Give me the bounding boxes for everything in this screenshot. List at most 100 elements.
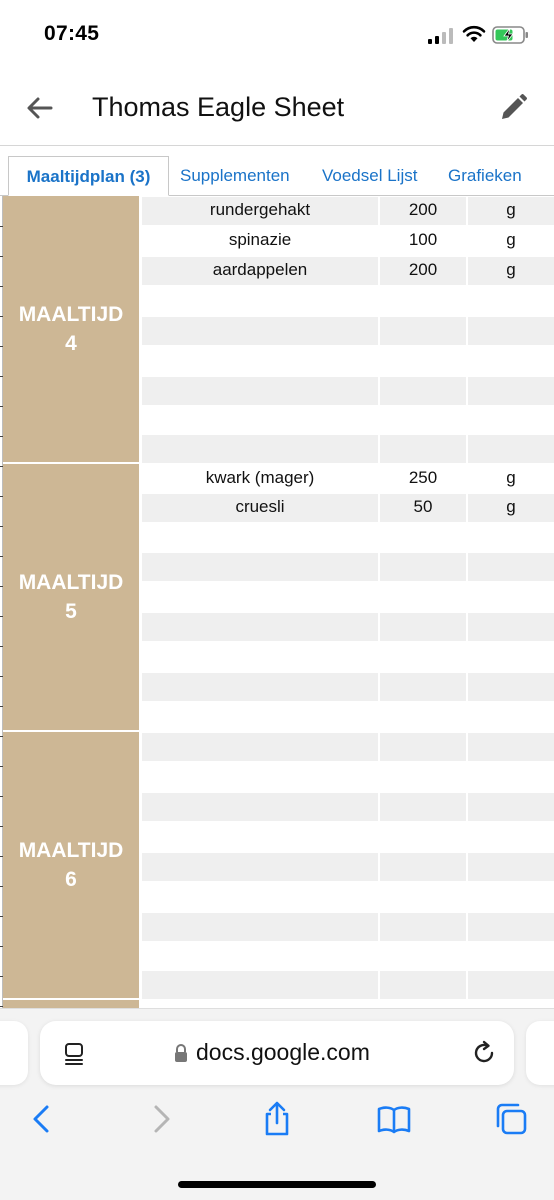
table-row-empty[interactable]: [142, 970, 554, 1000]
back-arrow-icon[interactable]: [24, 92, 56, 124]
empty-cell[interactable]: [380, 673, 466, 701]
table-row-empty[interactable]: [142, 316, 554, 346]
table-row-empty[interactable]: [142, 406, 554, 436]
empty-cell[interactable]: [380, 553, 466, 581]
empty-cell[interactable]: [142, 613, 378, 641]
next-tab-preview[interactable]: [526, 1021, 554, 1085]
empty-cell[interactable]: [142, 733, 378, 761]
empty-cell[interactable]: [468, 733, 554, 761]
address-bar[interactable]: docs.google.com: [40, 1021, 514, 1085]
browser-toolbar: docs.google.com: [0, 1008, 554, 1200]
table-row-empty[interactable]: [142, 792, 554, 822]
food-cell[interactable]: rundergehakt: [142, 197, 378, 225]
table-row-empty[interactable]: [142, 552, 554, 582]
tab-supplementen[interactable]: Supplementen: [180, 156, 290, 196]
empty-cell[interactable]: [380, 853, 466, 881]
table-row-empty[interactable]: [142, 434, 554, 464]
meal-word: MAALTIJD: [18, 303, 124, 326]
empty-cell[interactable]: [468, 435, 554, 463]
back-chevron-icon[interactable]: [24, 1101, 60, 1137]
unit-cell[interactable]: g: [468, 227, 554, 255]
empty-cell[interactable]: [380, 435, 466, 463]
reload-icon[interactable]: [470, 1039, 498, 1067]
empty-cell[interactable]: [142, 793, 378, 821]
meal-number: 5: [65, 600, 77, 623]
empty-cell[interactable]: [142, 435, 378, 463]
empty-cell[interactable]: [142, 673, 378, 701]
table-row-empty[interactable]: [142, 523, 554, 553]
tab-grafieken[interactable]: Grafieken: [448, 156, 522, 196]
table-row-empty[interactable]: [142, 642, 554, 672]
table-row-empty[interactable]: [142, 582, 554, 612]
unit-cell[interactable]: g: [468, 197, 554, 225]
empty-cell[interactable]: [468, 377, 554, 405]
empty-cell[interactable]: [380, 913, 466, 941]
table-row-empty[interactable]: [142, 732, 554, 762]
empty-cell[interactable]: [468, 673, 554, 701]
empty-cell[interactable]: [468, 793, 554, 821]
amount-cell[interactable]: 50: [380, 494, 466, 522]
amount-cell[interactable]: 100: [380, 227, 466, 255]
tab-maaltijdplan[interactable]: Maaltijdplan (3): [8, 156, 169, 196]
wifi-icon: [462, 25, 486, 42]
food-cell[interactable]: cruesli: [142, 494, 378, 522]
food-cell[interactable]: aardappelen: [142, 257, 378, 285]
document-title: Thomas Eagle Sheet: [92, 92, 345, 122]
spreadsheet-grid[interactable]: MAALTIJD 4 MAALTIJD 5 MAALTIJD 6 runderg…: [0, 196, 554, 1008]
unit-cell[interactable]: g: [468, 257, 554, 285]
url-text[interactable]: docs.google.com: [196, 1039, 370, 1066]
table-row[interactable]: cruesli 50 g: [142, 493, 554, 523]
amount-cell[interactable]: 200: [380, 197, 466, 225]
empty-cell[interactable]: [142, 317, 378, 345]
table-row-empty[interactable]: [142, 672, 554, 702]
empty-cell[interactable]: [380, 733, 466, 761]
table-row-empty[interactable]: [142, 822, 554, 852]
empty-cell[interactable]: [142, 377, 378, 405]
meal-label-6: MAALTIJD 6: [3, 732, 139, 998]
pencil-edit-icon[interactable]: [497, 92, 529, 124]
table-row-empty[interactable]: [142, 286, 554, 316]
empty-cell[interactable]: [380, 971, 466, 999]
empty-cell[interactable]: [380, 793, 466, 821]
page-menu-icon[interactable]: [62, 1041, 88, 1067]
empty-cell[interactable]: [142, 553, 378, 581]
meal-label-5: MAALTIJD 5: [3, 464, 139, 730]
table-row[interactable]: rundergehakt 200 g: [142, 196, 554, 226]
table-row-empty[interactable]: [142, 912, 554, 942]
empty-cell[interactable]: [468, 853, 554, 881]
tabs-icon[interactable]: [493, 1101, 529, 1137]
table-row-empty[interactable]: [142, 612, 554, 642]
table-row[interactable]: kwark (mager) 250 g: [142, 464, 554, 494]
unit-cell[interactable]: g: [468, 465, 554, 493]
forward-chevron-icon[interactable]: [143, 1101, 179, 1137]
amount-cell[interactable]: 250: [380, 465, 466, 493]
empty-cell[interactable]: [142, 971, 378, 999]
previous-tab-preview[interactable]: [0, 1021, 28, 1085]
share-icon[interactable]: [259, 1101, 295, 1137]
table-row[interactable]: spinazie 100 g: [142, 226, 554, 256]
food-cell[interactable]: spinazie: [142, 227, 378, 255]
empty-cell[interactable]: [380, 317, 466, 345]
table-row-empty[interactable]: [142, 762, 554, 792]
empty-cell[interactable]: [468, 971, 554, 999]
empty-cell[interactable]: [468, 913, 554, 941]
empty-cell[interactable]: [142, 913, 378, 941]
empty-cell[interactable]: [468, 317, 554, 345]
amount-cell[interactable]: 200: [380, 257, 466, 285]
bookmarks-icon[interactable]: [376, 1101, 412, 1137]
empty-cell[interactable]: [380, 377, 466, 405]
table-row-empty[interactable]: [142, 702, 554, 732]
table-row-empty[interactable]: [142, 376, 554, 406]
unit-cell[interactable]: g: [468, 494, 554, 522]
table-row[interactable]: aardappelen 200 g: [142, 256, 554, 286]
table-row-empty[interactable]: [142, 346, 554, 376]
empty-cell[interactable]: [380, 613, 466, 641]
table-row-empty[interactable]: [142, 942, 554, 972]
tab-voedsel-lijst[interactable]: Voedsel Lijst: [322, 156, 417, 196]
food-cell[interactable]: kwark (mager): [142, 465, 378, 493]
table-row-empty[interactable]: [142, 852, 554, 882]
table-row-empty[interactable]: [142, 882, 554, 912]
empty-cell[interactable]: [142, 853, 378, 881]
empty-cell[interactable]: [468, 553, 554, 581]
empty-cell[interactable]: [468, 613, 554, 641]
